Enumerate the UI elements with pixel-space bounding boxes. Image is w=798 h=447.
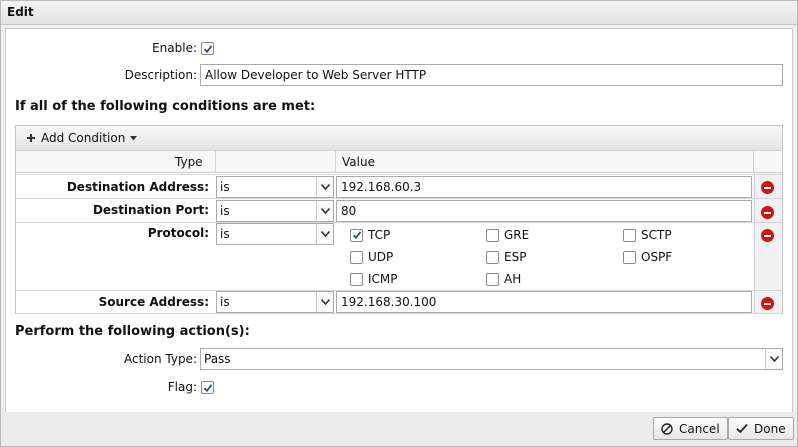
row-type-label: Destination Address: bbox=[66, 180, 209, 194]
protocol-option-gre[interactable]: GRE bbox=[486, 228, 529, 242]
check-icon bbox=[736, 423, 748, 434]
protocol-option-esp[interactable]: ESP bbox=[486, 250, 526, 264]
col-value-header: Value bbox=[342, 155, 375, 169]
remove-column bbox=[754, 173, 782, 313]
checkbox[interactable] bbox=[350, 272, 363, 286]
conditions-grid: Add Condition Type Value Destination Add… bbox=[15, 125, 783, 314]
check-icon bbox=[203, 383, 212, 392]
protocol-option-tcp[interactable]: TCP bbox=[350, 228, 390, 242]
remove-condition-icon[interactable] bbox=[761, 206, 774, 219]
flag-label: Flag: bbox=[167, 380, 197, 394]
conditions-toolbar: Add Condition bbox=[16, 126, 782, 151]
operator-select[interactable]: is bbox=[216, 223, 334, 245]
destination-port-input[interactable]: 80 bbox=[336, 200, 752, 222]
protocol-option-icmp[interactable]: ICMP bbox=[350, 272, 398, 286]
remove-condition-icon[interactable] bbox=[761, 297, 774, 310]
description-input[interactable]: Allow Developer to Web Server HTTP bbox=[200, 64, 783, 86]
row-type-label: Protocol: bbox=[147, 226, 209, 240]
checkbox[interactable] bbox=[486, 272, 499, 286]
chevron-down-icon bbox=[316, 224, 333, 244]
operator-select[interactable]: is bbox=[216, 176, 334, 198]
action-type-label: Action Type: bbox=[123, 352, 197, 366]
enable-label: Enable: bbox=[152, 41, 197, 55]
source-address-input[interactable]: 192.168.30.100 bbox=[336, 291, 752, 313]
chevron-down-icon bbox=[316, 177, 333, 197]
operator-select[interactable]: is bbox=[216, 200, 334, 222]
row-type-label: Source Address: bbox=[98, 295, 209, 309]
description-label: Description: bbox=[124, 68, 197, 82]
edit-dialog: Edit Enable: Description: Allow Develope… bbox=[0, 0, 798, 447]
check-icon bbox=[352, 231, 361, 240]
chevron-down-icon bbox=[765, 349, 782, 369]
cancel-icon bbox=[661, 422, 673, 435]
row-type-label: Destination Port: bbox=[92, 203, 209, 217]
cancel-button[interactable]: Cancel bbox=[653, 417, 728, 440]
chevron-down-icon bbox=[316, 201, 333, 221]
grid-header: Type Value bbox=[16, 151, 782, 173]
flag-checkbox[interactable] bbox=[201, 381, 214, 394]
col-type-header: Type bbox=[175, 155, 203, 169]
remove-condition-icon[interactable] bbox=[761, 229, 774, 242]
actions-heading: Perform the following action(s): bbox=[15, 324, 250, 339]
checkbox[interactable] bbox=[486, 228, 499, 242]
chevron-down-icon bbox=[316, 292, 333, 312]
remove-condition-icon[interactable] bbox=[761, 181, 774, 194]
dialog-title: Edit bbox=[1, 1, 797, 25]
add-condition-button[interactable]: Add Condition bbox=[26, 131, 138, 145]
enable-checkbox[interactable] bbox=[201, 42, 214, 55]
add-condition-label: Add Condition bbox=[41, 131, 126, 145]
done-button[interactable]: Done bbox=[728, 417, 794, 440]
checkbox[interactable] bbox=[623, 228, 636, 242]
protocol-option-sctp[interactable]: SCTP bbox=[623, 228, 672, 242]
protocol-option-ah[interactable]: AH bbox=[486, 272, 521, 286]
plus-icon bbox=[27, 134, 35, 142]
checkbox[interactable] bbox=[350, 228, 363, 242]
check-icon bbox=[203, 44, 212, 53]
protocol-option-udp[interactable]: UDP bbox=[350, 250, 393, 264]
dialog-footer: Cancel Done bbox=[1, 412, 797, 446]
checkbox[interactable] bbox=[623, 250, 636, 264]
protocol-option-ospf[interactable]: OSPF bbox=[623, 250, 672, 264]
conditions-heading: If all of the following conditions are m… bbox=[15, 99, 316, 114]
operator-select[interactable]: is bbox=[216, 291, 334, 313]
checkbox[interactable] bbox=[486, 250, 499, 264]
dialog-body: Enable: Description: Allow Developer to … bbox=[5, 28, 793, 413]
action-type-select[interactable]: Pass bbox=[200, 348, 783, 370]
chevron-down-icon bbox=[130, 135, 138, 140]
destination-address-input[interactable]: 192.168.60.3 bbox=[336, 176, 752, 198]
checkbox[interactable] bbox=[350, 250, 363, 264]
